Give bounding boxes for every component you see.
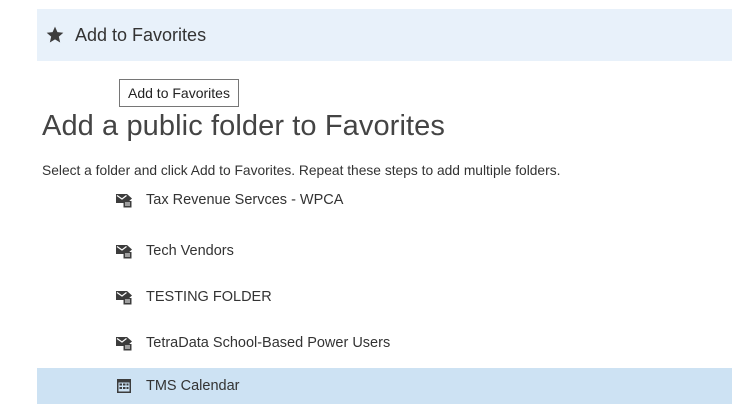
- folder-item[interactable]: TetraData School-Based Power Users: [37, 325, 732, 361]
- mail-folder-icon: [115, 288, 133, 306]
- add-favorites-page: Add to Favorites Add to Favorites Add a …: [0, 0, 732, 404]
- mail-folder-icon: [115, 334, 133, 352]
- add-to-favorites-label: Add to Favorites: [75, 24, 207, 45]
- instructions-text: Select a folder and click Add to Favorit…: [42, 163, 561, 178]
- folder-name: TetraData School-Based Power Users: [146, 335, 391, 351]
- folder-item[interactable]: Tax Revenue Servces - WPCA: [37, 182, 732, 218]
- folder-item[interactable]: Tech Vendors: [37, 233, 732, 269]
- folder-name: TMS Calendar: [146, 378, 240, 394]
- mail-folder-icon: [115, 242, 133, 260]
- tooltip: Add to Favorites: [119, 79, 239, 107]
- folder-item-selected[interactable]: TMS Calendar: [37, 368, 732, 404]
- page-title: Add a public folder to Favorites: [42, 110, 445, 142]
- mail-folder-icon: [115, 191, 133, 209]
- folder-name: TESTING FOLDER: [146, 289, 272, 305]
- calendar-folder-icon: [115, 377, 133, 395]
- star-icon: [43, 23, 67, 47]
- add-to-favorites-button[interactable]: Add to Favorites: [37, 9, 732, 61]
- folder-name: Tech Vendors: [146, 243, 234, 259]
- folder-item[interactable]: TESTING FOLDER: [37, 279, 732, 315]
- folder-name: Tax Revenue Servces - WPCA: [146, 192, 344, 208]
